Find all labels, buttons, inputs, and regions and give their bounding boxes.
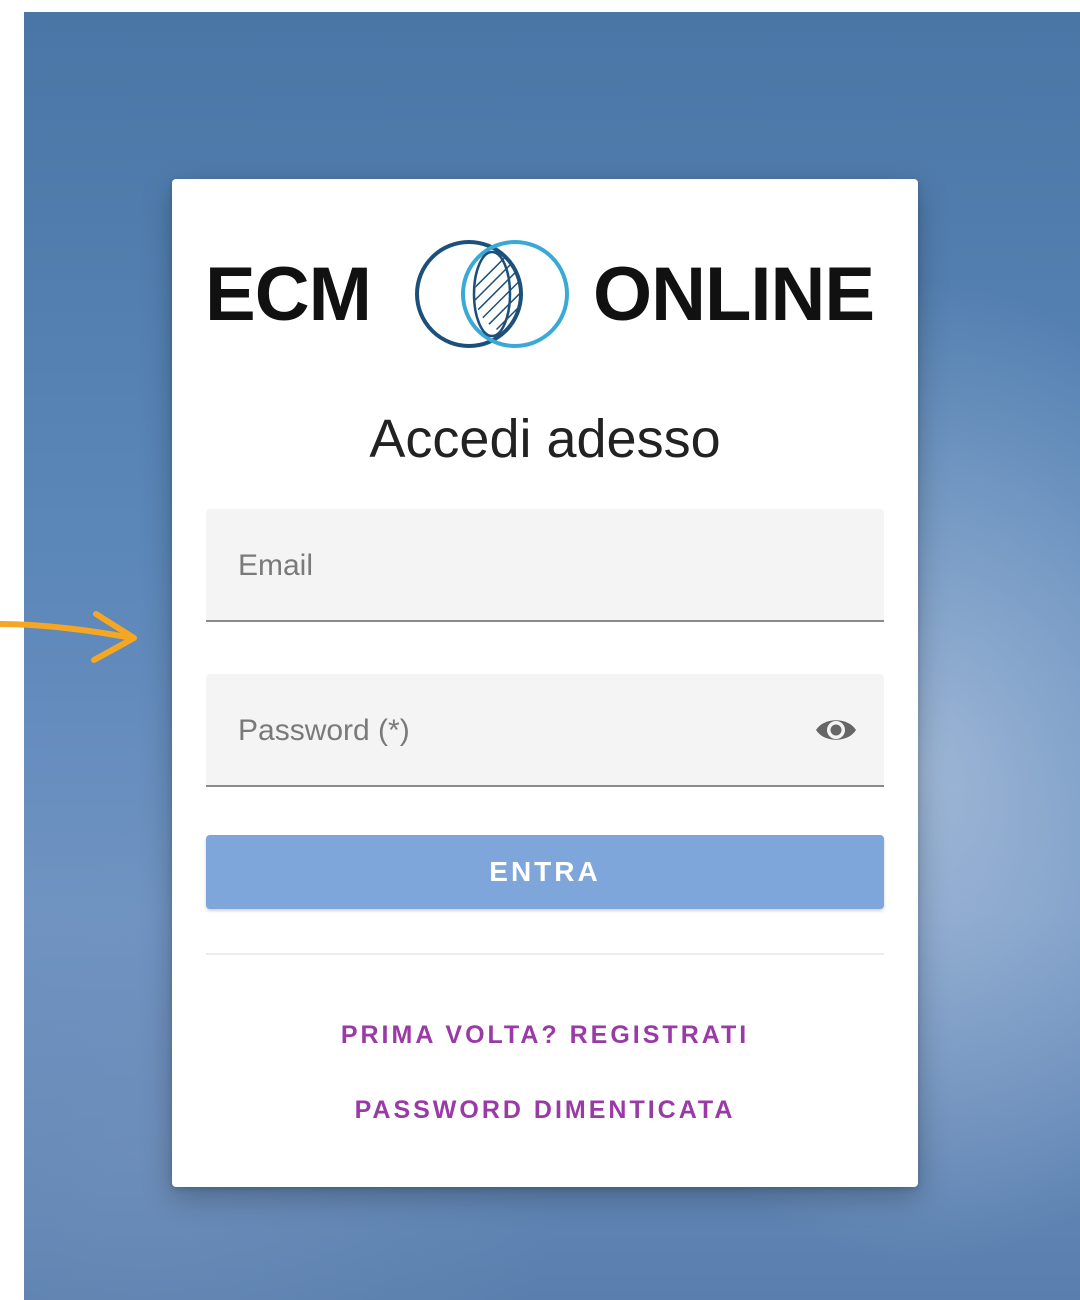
arrow-right-icon bbox=[0, 611, 137, 663]
password-field[interactable] bbox=[236, 704, 800, 758]
page-title: Accedi adesso bbox=[369, 409, 721, 469]
eye-icon[interactable] bbox=[814, 712, 858, 748]
logo-text-ecm: ECM bbox=[205, 252, 372, 337]
logo-rings-icon bbox=[415, 240, 569, 348]
divider bbox=[206, 953, 884, 955]
logo-text-online: ONLINE bbox=[593, 252, 875, 337]
login-card: ECM ONLINE Accedi adesso Email ENTRA PRI… bbox=[172, 179, 918, 1187]
email-field-container bbox=[206, 509, 884, 622]
password-field-container bbox=[206, 674, 884, 787]
email-field[interactable] bbox=[236, 539, 800, 593]
brand-logo: ECM ONLINE bbox=[205, 237, 887, 352]
login-button[interactable]: ENTRA bbox=[206, 835, 884, 909]
forgot-password-link[interactable]: PASSWORD DIMENTICATA bbox=[172, 1094, 918, 1126]
register-link[interactable]: PRIMA VOLTA? REGISTRATI bbox=[172, 1019, 918, 1051]
